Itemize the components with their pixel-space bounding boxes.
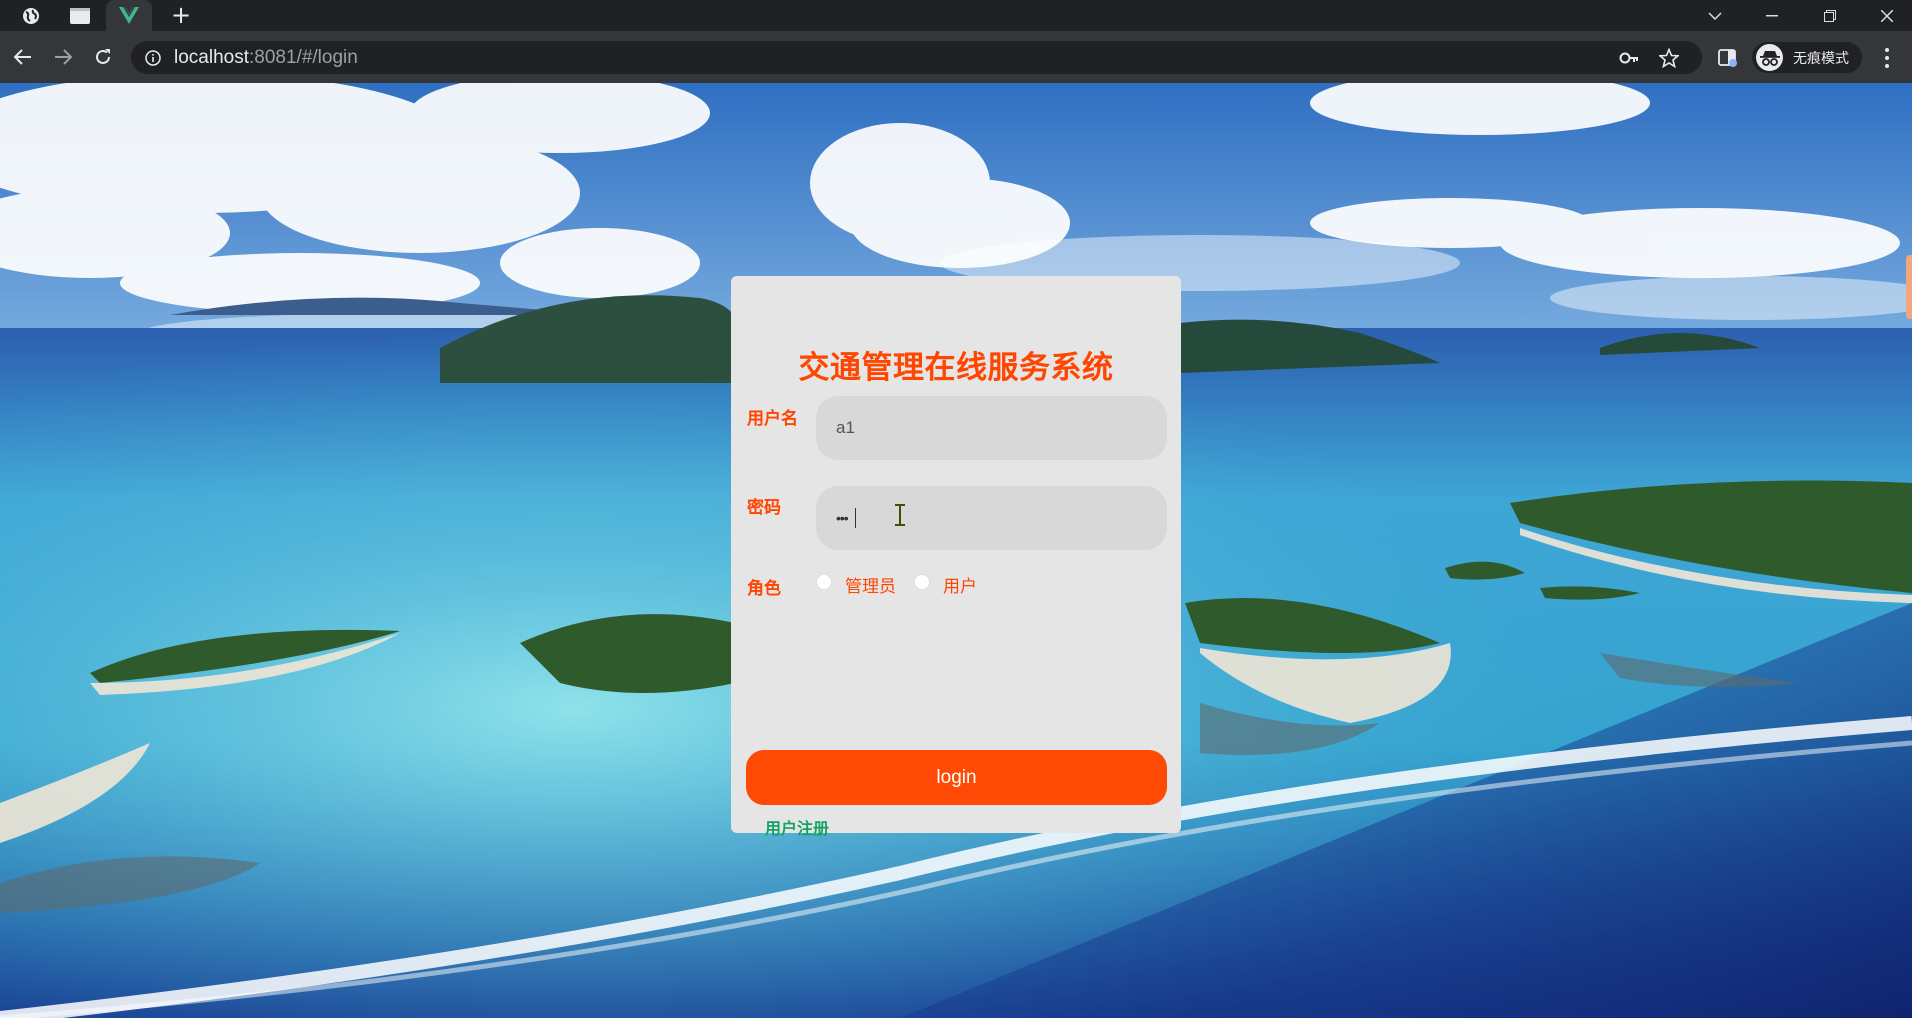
chevron-down-icon bbox=[1708, 11, 1722, 20]
vue-icon bbox=[119, 6, 139, 24]
side-scroll-handle[interactable] bbox=[1906, 255, 1912, 319]
tab-strip: + bbox=[0, 0, 1912, 31]
info-icon[interactable] bbox=[145, 50, 161, 66]
username-input[interactable] bbox=[816, 396, 1167, 460]
close-window-button[interactable] bbox=[1862, 0, 1912, 31]
url-path: :8081/#/login bbox=[249, 47, 358, 68]
login-button[interactable]: login bbox=[746, 750, 1167, 805]
ibeam-cursor-icon bbox=[895, 504, 905, 526]
tab-vue-active[interactable] bbox=[106, 0, 152, 31]
reload-icon bbox=[96, 49, 110, 64]
page-title: 交通管理在线服务系统 bbox=[798, 350, 1114, 386]
arrow-left-icon bbox=[14, 49, 31, 65]
restore-icon bbox=[1824, 9, 1836, 22]
url-host: localhost bbox=[174, 47, 249, 68]
username-label: 用户名 bbox=[747, 409, 798, 429]
more-vert-icon[interactable] bbox=[1878, 46, 1896, 70]
minimize-button[interactable] bbox=[1747, 0, 1797, 31]
key-icon[interactable] bbox=[1619, 49, 1639, 67]
new-tab-button[interactable]: + bbox=[166, 0, 196, 31]
tab-page[interactable] bbox=[58, 0, 102, 31]
forward-button[interactable] bbox=[48, 42, 78, 72]
role-option-admin[interactable]: 管理员 bbox=[845, 572, 896, 597]
page-viewport: 交通管理在线服务系统 用户名 密码 ••• 角色 管理员 用户 login 用户… bbox=[0, 83, 1912, 1018]
register-link[interactable]: 用户注册 bbox=[765, 815, 829, 839]
back-button[interactable] bbox=[8, 42, 38, 72]
incognito-label: 无痕模式 bbox=[1793, 50, 1849, 67]
incognito-profile-button[interactable]: 无痕模式 bbox=[1752, 42, 1862, 73]
password-mask: ••• bbox=[836, 510, 849, 526]
role-option-user[interactable]: 用户 bbox=[943, 572, 977, 597]
login-panel: 交通管理在线服务系统 用户名 密码 ••• 角色 管理员 用户 login 用户… bbox=[731, 276, 1181, 838]
reload-button[interactable] bbox=[88, 42, 118, 72]
tab-search-button[interactable] bbox=[1690, 0, 1740, 31]
incognito-icon bbox=[1756, 44, 1783, 71]
minimize-icon bbox=[1766, 14, 1778, 16]
browser-toolbar: localhost:8081/#/login 无痕模式 bbox=[0, 31, 1912, 83]
password-label: 密码 bbox=[747, 498, 781, 518]
role-radio-admin[interactable] bbox=[816, 574, 832, 590]
address-bar[interactable]: localhost:8081/#/login bbox=[131, 41, 1702, 74]
page-icon bbox=[70, 7, 90, 24]
url-text[interactable]: localhost:8081/#/login bbox=[174, 41, 358, 74]
role-label: 角色 bbox=[747, 579, 781, 599]
role-radio-user[interactable] bbox=[914, 574, 930, 590]
restore-button[interactable] bbox=[1805, 0, 1855, 31]
close-icon bbox=[1881, 9, 1893, 22]
star-icon[interactable] bbox=[1659, 48, 1679, 68]
tab-globe[interactable] bbox=[12, 0, 50, 31]
password-input[interactable]: ••• bbox=[816, 486, 1167, 550]
arrow-right-icon bbox=[55, 49, 72, 65]
text-caret bbox=[855, 508, 856, 528]
globe-icon bbox=[23, 7, 39, 24]
side-panel-icon[interactable] bbox=[1718, 48, 1738, 68]
